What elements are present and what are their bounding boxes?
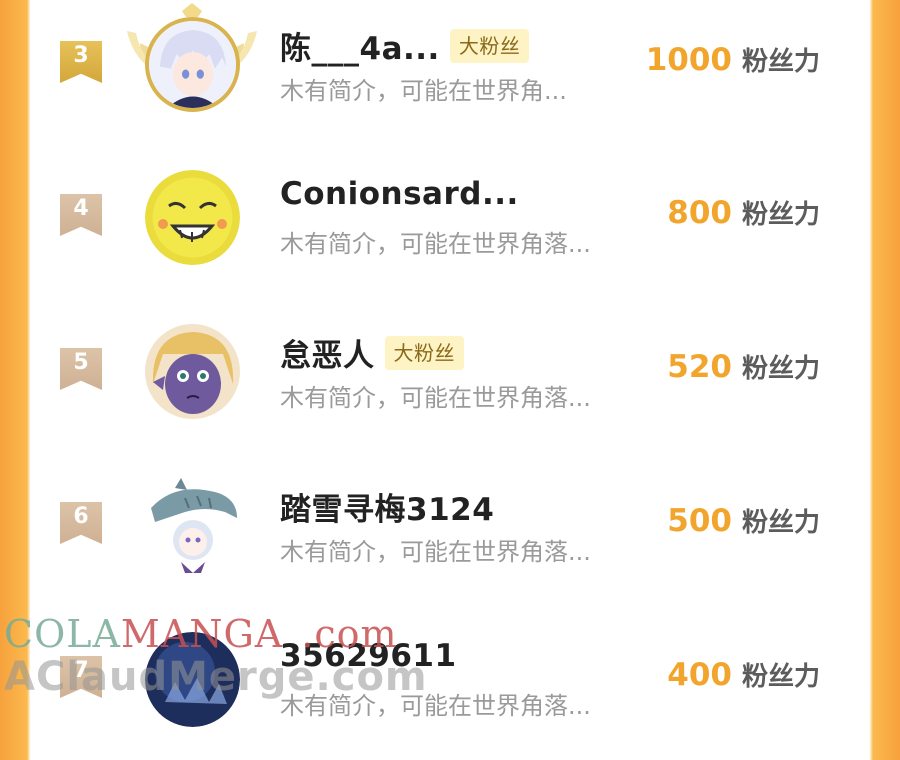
fan-power-score: 500 粉丝力 [667, 502, 820, 539]
score-value: 800 [667, 195, 732, 231]
big-fan-badge: 大粉丝 [384, 335, 464, 370]
rank-badge: 3 [60, 41, 102, 83]
shark-hood-girl-avatar[interactable] [145, 478, 240, 573]
user-bio: 木有简介，可能在世界角落... [280, 384, 591, 412]
rank-badge: 5 [60, 348, 102, 390]
fan-power-score: 1000 粉丝力 [646, 41, 820, 78]
anime-boy-white-hair-avatar[interactable] [145, 17, 240, 112]
score-value: 1000 [645, 42, 732, 78]
user-name[interactable]: Conionsard... [280, 176, 519, 212]
rank-badge: 4 [60, 194, 102, 236]
score-unit: 粉丝力 [741, 47, 820, 77]
ranking-row-5[interactable]: 5 怠恶人 大粉丝 木有简介，可能在世界角落... 520 粉丝力 [30, 302, 870, 452]
fan-power-score: 800 粉丝力 [667, 194, 820, 231]
score-value: 500 [667, 503, 732, 539]
rank-badge: 7 [60, 656, 102, 698]
user-bio: 木有简介，可能在世界角落... [280, 692, 591, 720]
score-unit: 粉丝力 [741, 200, 820, 230]
score-unit: 粉丝力 [741, 662, 820, 692]
score-value: 400 [667, 657, 732, 693]
fan-power-score: 520 粉丝力 [667, 348, 820, 385]
ranking-row-7[interactable]: 7 35629611 木有简介，可能在世界角落... 400 粉丝力 [30, 610, 870, 760]
score-value: 520 [667, 349, 732, 385]
user-bio: 木有简介，可能在世界角落... [280, 538, 591, 566]
rank-badge: 6 [60, 502, 102, 544]
user-name[interactable]: 踏雪寻梅3124 [280, 484, 494, 529]
ranking-row-6[interactable]: 6 踏雪寻梅3124 木有简介，可能在世界角落... 500 粉丝力 [30, 456, 870, 606]
user-bio: 木有简介，可能在世界角... [280, 77, 567, 105]
dark-fantasy-avatar[interactable] [145, 632, 240, 727]
yellow-laughing-face-avatar[interactable] [145, 170, 240, 265]
ranking-row-3[interactable]: 3 陈___4a... 大粉丝 木有简介，可能在世界角... 1000 粉丝力 [30, 0, 870, 145]
score-unit: 粉丝力 [741, 354, 820, 384]
fan-power-score: 400 粉丝力 [667, 656, 820, 693]
fan-ranking-panel: 3 陈___4a... 大粉丝 木有简介，可能在世界角... 1000 粉丝力 … [30, 0, 870, 727]
anime-elf-purple-face-avatar[interactable] [145, 324, 240, 419]
user-bio: 木有简介，可能在世界角落... [280, 230, 591, 258]
user-name[interactable]: 怠恶人 大粉丝 [280, 330, 464, 375]
user-name[interactable]: 35629611 [280, 638, 457, 674]
user-name[interactable]: 陈___4a... 大粉丝 [280, 23, 530, 68]
ranking-row-4[interactable]: 4 Conionsard... 木有简介，可能在世界角落... 800 粉丝力 [30, 148, 870, 298]
big-fan-badge: 大粉丝 [449, 28, 530, 63]
score-unit: 粉丝力 [741, 508, 820, 538]
